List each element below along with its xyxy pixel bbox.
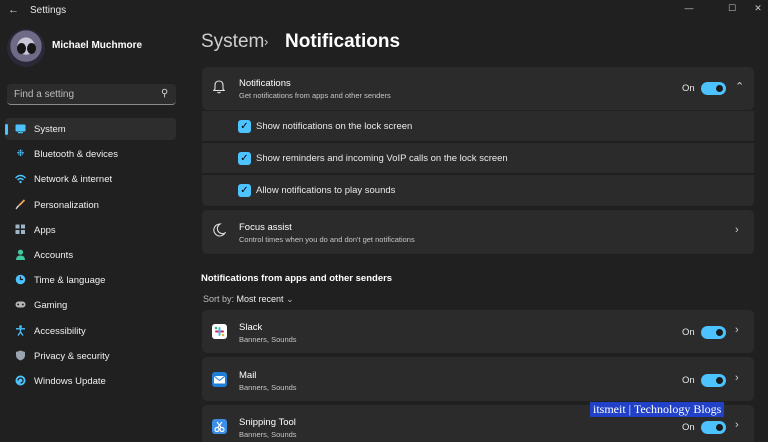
voip-reminders-option[interactable]: ✓ Show reminders and incoming VoIP calls… xyxy=(202,142,754,173)
toggle-label: On xyxy=(682,83,695,94)
slack-toggle[interactable] xyxy=(701,326,726,339)
chevron-right-icon: › xyxy=(264,34,269,49)
chevron-down-icon: ⌄ xyxy=(286,294,294,304)
avatar-eye xyxy=(27,43,36,54)
section-title: Notifications from apps and other sender… xyxy=(201,273,393,284)
snipping-tool-toggle[interactable] xyxy=(701,421,726,434)
chevron-right-icon[interactable]: › xyxy=(735,419,739,431)
focus-assist-title: Focus assist xyxy=(239,222,292,233)
sidebar-item-apps[interactable]: Apps xyxy=(5,219,176,241)
moon-icon xyxy=(213,223,227,242)
snipping-tool-icon xyxy=(212,419,227,434)
sidebar-item-system[interactable]: System xyxy=(5,118,176,140)
checkbox-checked-icon[interactable]: ✓ xyxy=(238,152,251,165)
avatar[interactable] xyxy=(7,29,45,67)
bluetooth-icon: ❉ xyxy=(16,148,25,159)
mail-icon xyxy=(212,372,227,387)
minimize-button[interactable]: — xyxy=(672,0,706,22)
sidebar-item-label: Windows Update xyxy=(34,375,106,387)
sidebar-item-label: Personalization xyxy=(34,199,99,211)
wifi-icon xyxy=(15,173,26,184)
sidebar-item-gaming[interactable]: Gaming xyxy=(5,294,176,316)
checkbox-checked-icon[interactable]: ✓ xyxy=(238,184,251,197)
chevron-right-icon[interactable]: › xyxy=(735,324,739,336)
notifications-title: Notifications xyxy=(239,78,291,89)
checkbox-checked-icon[interactable]: ✓ xyxy=(238,120,251,133)
sidebar-item-windows-update[interactable]: Windows Update xyxy=(5,370,176,392)
sidebar-item-label: Bluetooth & devices xyxy=(34,149,118,161)
sidebar-item-label: Gaming xyxy=(34,300,68,312)
accessibility-icon xyxy=(15,324,26,336)
sidebar-item-label: Time & language xyxy=(34,275,106,287)
avatar-eye xyxy=(17,43,26,54)
globe-clock-icon xyxy=(15,274,26,285)
sort-by-value: Most recent xyxy=(236,294,284,304)
app-detail: Banners, Sounds xyxy=(239,335,297,344)
focus-assist-subtitle: Control times when you do and don't get … xyxy=(239,235,415,244)
slack-icon xyxy=(212,324,227,339)
option-label: Show notifications on the lock screen xyxy=(256,121,413,132)
watermark: itsmeit | Technology Blogs xyxy=(590,402,725,417)
notifications-subtitle: Get notifications from apps and other se… xyxy=(239,91,391,100)
sidebar-item-label: Apps xyxy=(34,224,56,236)
sidebar-item-bluetooth[interactable]: ❉ Bluetooth & devices xyxy=(5,143,176,165)
play-sounds-option[interactable]: ✓ Allow notifications to play sounds xyxy=(202,174,754,206)
bell-icon xyxy=(212,80,226,94)
sidebar-item-accessibility[interactable]: Accessibility xyxy=(5,320,176,342)
monitor-icon xyxy=(15,123,26,134)
notifications-toggle[interactable] xyxy=(701,82,726,95)
sidebar-item-privacy-security[interactable]: Privacy & security xyxy=(5,345,176,367)
sidebar-item-accounts[interactable]: Accounts xyxy=(5,244,176,266)
app-row-slack[interactable]: Slack Banners, Sounds On › xyxy=(202,310,754,353)
app-detail: Banners, Sounds xyxy=(239,383,297,392)
gamepad-icon xyxy=(15,299,26,310)
sidebar-item-label: Accessibility xyxy=(34,325,86,337)
sidebar-nav: System ❉ Bluetooth & devices Network & i… xyxy=(5,118,176,395)
chevron-right-icon[interactable]: › xyxy=(735,372,739,384)
lock-screen-option[interactable]: ✓ Show notifications on the lock screen xyxy=(202,110,754,141)
user-name: Michael Muchmore xyxy=(52,40,143,51)
sidebar-item-label: Privacy & security xyxy=(34,350,110,362)
notifications-card[interactable]: Notifications Get notifications from app… xyxy=(202,67,754,110)
sidebar-item-time-language[interactable]: Time & language xyxy=(5,269,176,291)
app-row-mail[interactable]: Mail Banners, Sounds On › xyxy=(202,357,754,401)
chevron-up-icon[interactable]: ⌃ xyxy=(735,80,744,93)
arrow-left-icon[interactable]: ← xyxy=(8,4,19,16)
app-name: Mail xyxy=(239,370,257,381)
mail-toggle[interactable] xyxy=(701,374,726,387)
focus-assist-card[interactable]: Focus assist Control times when you do a… xyxy=(202,210,754,254)
app-detail: Banners, Sounds xyxy=(239,430,297,439)
sort-by-dropdown[interactable]: Sort by: Most recent ⌄ xyxy=(203,294,294,305)
close-button[interactable]: ✕ xyxy=(741,0,768,22)
title-bar: ← Settings — ☐ ✕ xyxy=(0,0,768,22)
app-title: Settings xyxy=(30,5,67,16)
sidebar-item-personalization[interactable]: Personalization xyxy=(5,194,176,216)
toggle-label: On xyxy=(682,375,695,386)
option-label: Allow notifications to play sounds xyxy=(256,185,396,196)
option-label: Show reminders and incoming VoIP calls o… xyxy=(256,153,508,164)
sidebar-item-label: System xyxy=(34,124,66,135)
active-indicator xyxy=(5,124,8,135)
breadcrumb-parent[interactable]: System xyxy=(201,31,264,53)
brush-icon xyxy=(15,198,26,210)
person-icon xyxy=(15,249,26,260)
search-icon[interactable]: ⚲ xyxy=(161,88,168,99)
shield-icon xyxy=(15,350,26,361)
app-name: Snipping Tool xyxy=(239,417,296,428)
app-name: Slack xyxy=(239,322,263,333)
chevron-right-icon[interactable]: › xyxy=(735,224,739,236)
sidebar-item-network[interactable]: Network & internet xyxy=(5,168,176,190)
sort-by-label: Sort by: xyxy=(203,294,235,304)
search-box[interactable]: ⚲ xyxy=(7,84,176,105)
update-icon xyxy=(15,375,26,386)
toggle-label: On xyxy=(682,422,695,433)
toggle-label: On xyxy=(682,327,695,338)
sidebar-item-label: Network & internet xyxy=(34,174,113,186)
sidebar-item-label: Accounts xyxy=(34,249,74,261)
search-input[interactable] xyxy=(7,84,157,104)
page-title: Notifications xyxy=(285,31,401,52)
apps-icon xyxy=(15,224,26,235)
